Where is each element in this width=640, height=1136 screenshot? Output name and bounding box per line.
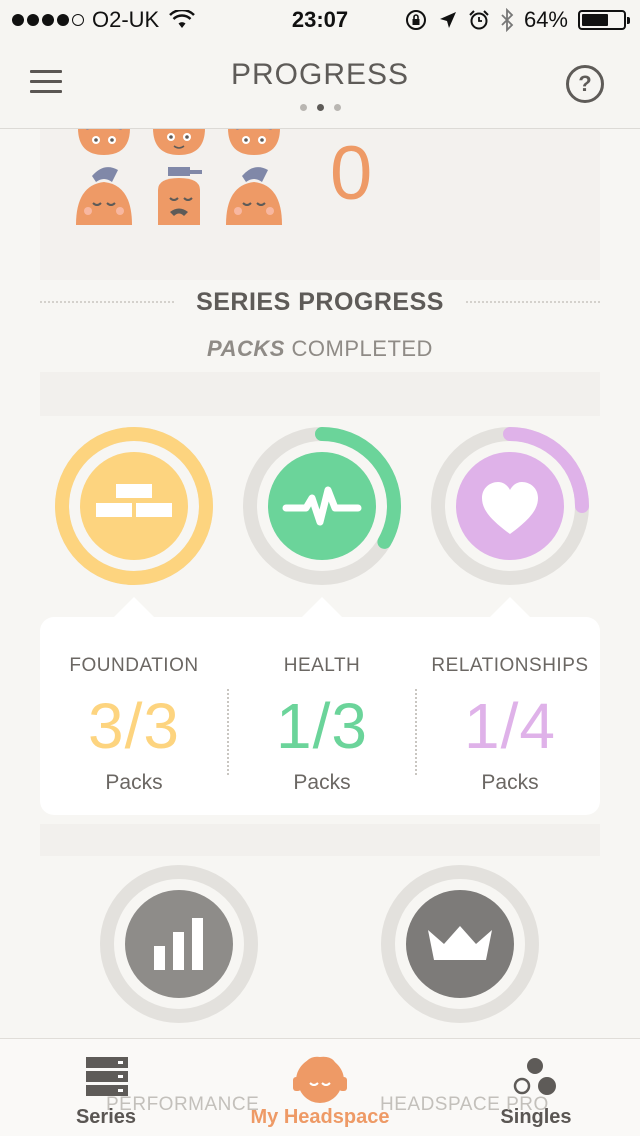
performance-ring[interactable] bbox=[97, 862, 261, 1026]
tab-singles[interactable]: Singles bbox=[486, 1039, 586, 1136]
divider bbox=[40, 301, 175, 303]
stat-relationships[interactable]: RELATIONSHIPS 1/4 Packs bbox=[416, 617, 604, 795]
series-ring-health[interactable] bbox=[240, 424, 404, 588]
headspace-pro-ring[interactable] bbox=[378, 862, 542, 1026]
tab-bar: Series My Headspace Singles bbox=[0, 1038, 640, 1136]
stat-unit: Packs bbox=[293, 771, 351, 794]
section-subtitle: PACKS COMPLETED bbox=[207, 336, 433, 361]
location-icon bbox=[439, 12, 456, 28]
card-pointer bbox=[488, 597, 532, 619]
page-dot bbox=[299, 104, 307, 111]
card-pointer bbox=[112, 597, 156, 619]
series-icon bbox=[86, 1057, 128, 1096]
bluetooth-icon bbox=[501, 8, 514, 32]
stat-health[interactable]: HEALTH 1/3 Packs bbox=[228, 617, 416, 795]
buddies-illustration bbox=[76, 123, 282, 225]
headspace-pro-label: HEADSPACE PRO bbox=[380, 1094, 549, 1115]
card-pointer bbox=[300, 597, 344, 619]
singles-icon bbox=[513, 1058, 556, 1095]
stat-label: RELATIONSHIPS bbox=[431, 655, 589, 676]
section-header: SERIES PROGRESS bbox=[40, 282, 601, 322]
stat-value: 1/4 bbox=[464, 690, 556, 762]
headspace-avatar-icon bbox=[293, 1056, 347, 1103]
background-band bbox=[40, 824, 600, 856]
status-bar: O2-UK 23:07 64% bbox=[0, 0, 640, 40]
series-ring-relationships[interactable] bbox=[428, 424, 592, 588]
stat-unit: Packs bbox=[481, 771, 539, 794]
series-stats-card: FOUNDATION 3/3 Packs HEALTH 1/3 Packs RE… bbox=[40, 617, 600, 815]
tab-series[interactable]: Series bbox=[56, 1039, 156, 1136]
stat-label: HEALTH bbox=[283, 655, 361, 676]
battery-fill bbox=[582, 14, 608, 26]
buddies-card: 0 bbox=[40, 110, 600, 280]
page-dot bbox=[333, 104, 341, 111]
stat-unit: Packs bbox=[105, 771, 163, 794]
alarm-icon bbox=[469, 10, 489, 30]
tab-my-headspace[interactable]: My Headspace bbox=[230, 1039, 410, 1136]
stat-foundation[interactable]: FOUNDATION 3/3 Packs bbox=[40, 617, 228, 795]
help-button[interactable]: ? bbox=[566, 65, 604, 103]
divider bbox=[465, 301, 601, 303]
nav-bar: PROGRESS ? bbox=[0, 40, 640, 129]
stat-value: 1/3 bbox=[276, 690, 368, 762]
stat-label: FOUNDATION bbox=[69, 655, 199, 676]
performance-label: PERFORMANCE bbox=[106, 1094, 260, 1115]
page-indicator bbox=[0, 104, 640, 111]
series-ring-foundation[interactable] bbox=[52, 424, 216, 588]
buddies-count: 0 bbox=[330, 131, 373, 216]
stat-value: 3/3 bbox=[88, 690, 180, 762]
battery-percent: 64% bbox=[523, 7, 568, 32]
section-title: SERIES PROGRESS bbox=[196, 287, 444, 316]
battery-icon bbox=[578, 10, 630, 30]
page-dot-active bbox=[316, 104, 324, 111]
rotation-lock-icon bbox=[405, 10, 426, 30]
background-band bbox=[40, 372, 600, 416]
page-title: PROGRESS bbox=[230, 58, 410, 91]
